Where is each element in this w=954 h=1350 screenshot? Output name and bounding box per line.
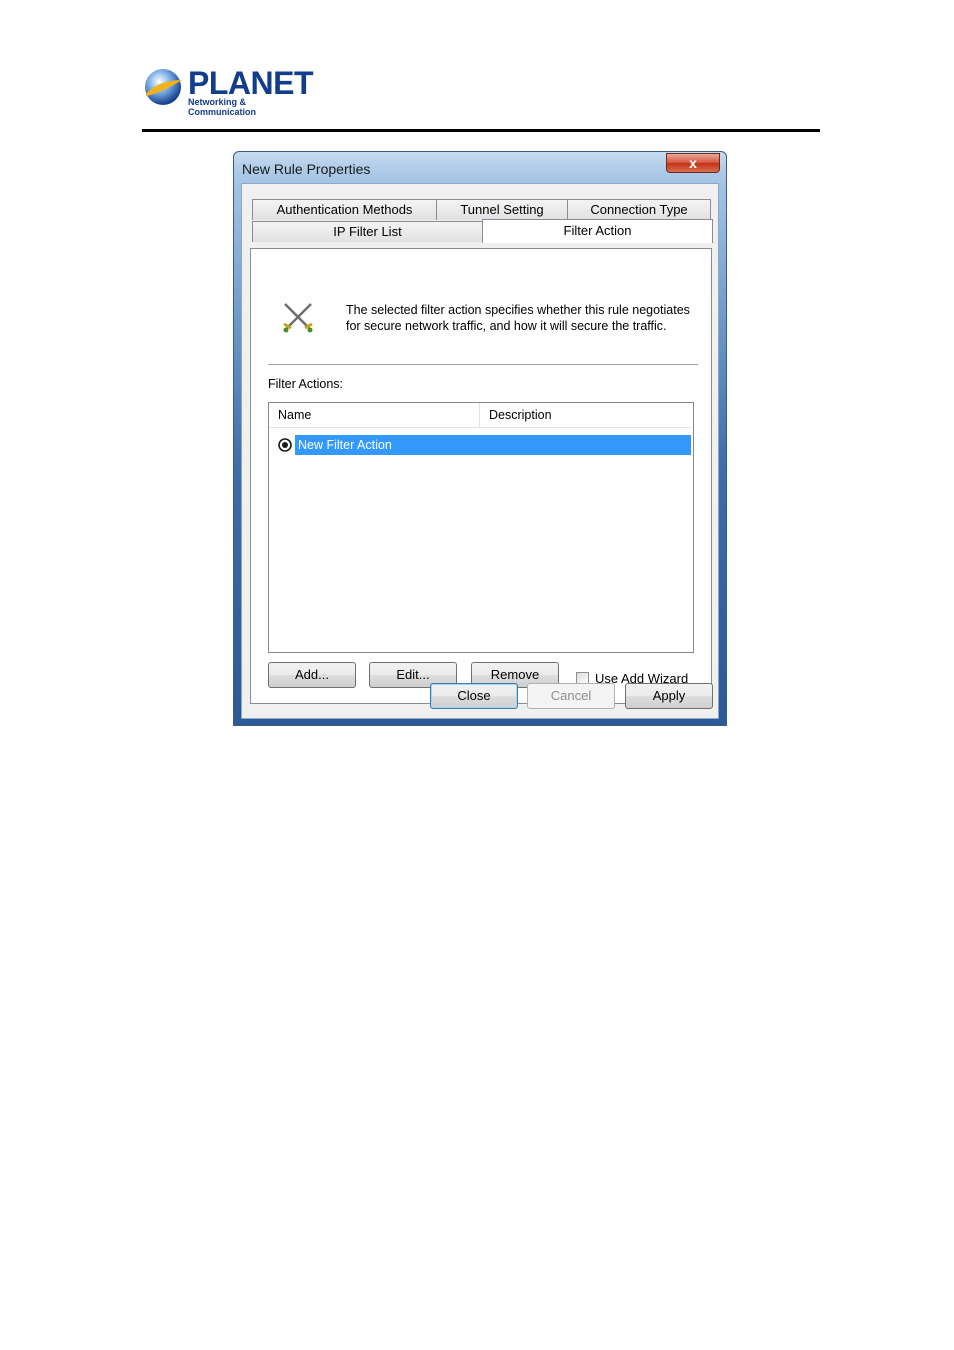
filter-actions-label: Filter Actions: — [268, 377, 344, 391]
description-line-1: The selected filter action specifies whe… — [346, 303, 690, 317]
planet-logo: PLANET Networking & Communication — [142, 65, 314, 117]
filter-action-description: The selected filter action specifies whe… — [346, 302, 706, 334]
logo-wordmark: PLANET — [188, 65, 314, 101]
title-bar[interactable]: New Rule Properties x — [234, 152, 726, 184]
tab-connection-type[interactable]: Connection Type — [567, 199, 711, 220]
window-close-icon: x — [689, 155, 697, 171]
dialog-window: New Rule Properties x Authentication Met… — [233, 151, 727, 726]
tab-tunnel-setting[interactable]: Tunnel Setting — [436, 199, 568, 220]
planet-logo-icon — [145, 69, 182, 105]
dialog-client-area: Authentication Methods Tunnel Setting Co… — [241, 183, 719, 719]
list-item-name[interactable]: New Filter Action — [295, 435, 691, 455]
cancel-button[interactable]: Cancel — [527, 683, 615, 709]
tab-authentication-methods[interactable]: Authentication Methods — [252, 199, 437, 220]
filter-actions-list[interactable]: Name Description New Filter Action — [268, 402, 694, 653]
description-line-2: for secure network traffic, and how it w… — [346, 319, 667, 333]
crossed-swords-icon — [279, 300, 317, 336]
tab-filter-action[interactable]: Filter Action — [482, 219, 713, 243]
list-item[interactable]: New Filter Action — [269, 435, 691, 455]
header-rule — [142, 129, 820, 132]
logo-tagline: Networking & Communication — [188, 97, 257, 117]
list-header: Name Description — [269, 403, 691, 428]
apply-button[interactable]: Apply — [625, 683, 713, 709]
window-close-button[interactable]: x — [666, 153, 720, 173]
column-header-description[interactable]: Description — [480, 403, 691, 427]
dialog-close-button[interactable]: Close — [430, 683, 518, 709]
tab-ip-filter-list[interactable]: IP Filter List — [252, 221, 483, 242]
column-header-name[interactable]: Name — [269, 403, 480, 427]
radio-selected-icon[interactable] — [278, 438, 292, 452]
separator — [268, 364, 698, 365]
window-title: New Rule Properties — [242, 161, 371, 177]
add-button[interactable]: Add... — [268, 662, 356, 688]
